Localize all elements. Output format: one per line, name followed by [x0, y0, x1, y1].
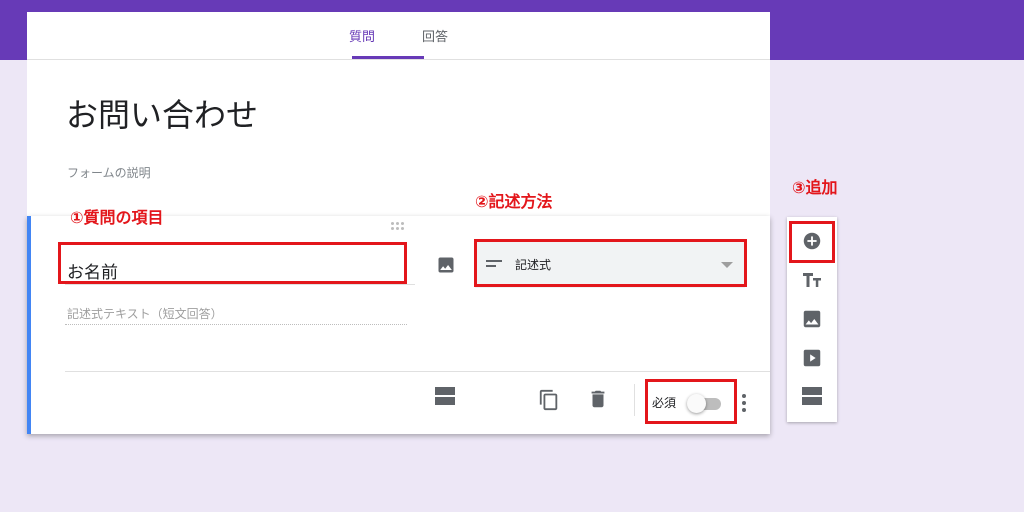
form-title[interactable]: お問い合わせ	[66, 90, 258, 136]
form-header-card: お問い合わせ フォームの説明	[27, 60, 770, 217]
question-type-label: 記述式	[515, 258, 552, 272]
footer-divider	[65, 371, 770, 372]
question-title-field[interactable]: お名前	[65, 246, 415, 285]
required-label: 必須	[652, 396, 677, 410]
copy-icon[interactable]	[538, 389, 560, 411]
add-video-icon[interactable]	[801, 347, 823, 369]
drag-handle-icon[interactable]	[391, 222, 407, 232]
short-text-icon	[486, 260, 502, 267]
active-indicator-bar	[27, 216, 31, 434]
add-image-icon[interactable]	[801, 308, 823, 330]
question-title-text: お名前	[67, 263, 118, 283]
arrow-drop-down-icon	[721, 262, 733, 268]
answer-placeholder: 記述式テキスト（短文回答）	[67, 307, 223, 321]
annotation-question-item: ①質問の項目	[70, 208, 164, 227]
required-toggle[interactable]	[687, 394, 723, 413]
delete-icon[interactable]	[587, 388, 609, 410]
more-vert-icon[interactable]	[740, 392, 748, 414]
question-card[interactable]: お名前 記述式テキスト（短文回答） 記述式 必須	[27, 216, 770, 434]
side-toolbar	[787, 217, 837, 422]
form-description-field[interactable]: フォームの説明	[67, 164, 151, 181]
annotation-add: ③追加	[792, 178, 838, 197]
tabs-bar: 質問 回答	[27, 12, 770, 60]
answer-preview: 記述式テキスト（短文回答）	[65, 304, 407, 325]
toggle-knob	[687, 394, 706, 413]
section-icon[interactable]	[434, 385, 456, 407]
add-title-text-icon[interactable]	[801, 269, 823, 291]
add-question-icon[interactable]	[801, 230, 823, 252]
add-image-icon[interactable]	[436, 255, 456, 275]
annotation-answer-method: ②記述方法	[475, 192, 553, 211]
footer-vertical-divider	[634, 384, 635, 416]
question-type-select[interactable]: 記述式	[475, 242, 745, 288]
active-tab-indicator	[352, 56, 424, 59]
add-section-icon[interactable]	[801, 385, 823, 407]
tab-responses[interactable]: 回答	[422, 26, 448, 45]
tab-questions[interactable]: 質問	[349, 26, 375, 45]
